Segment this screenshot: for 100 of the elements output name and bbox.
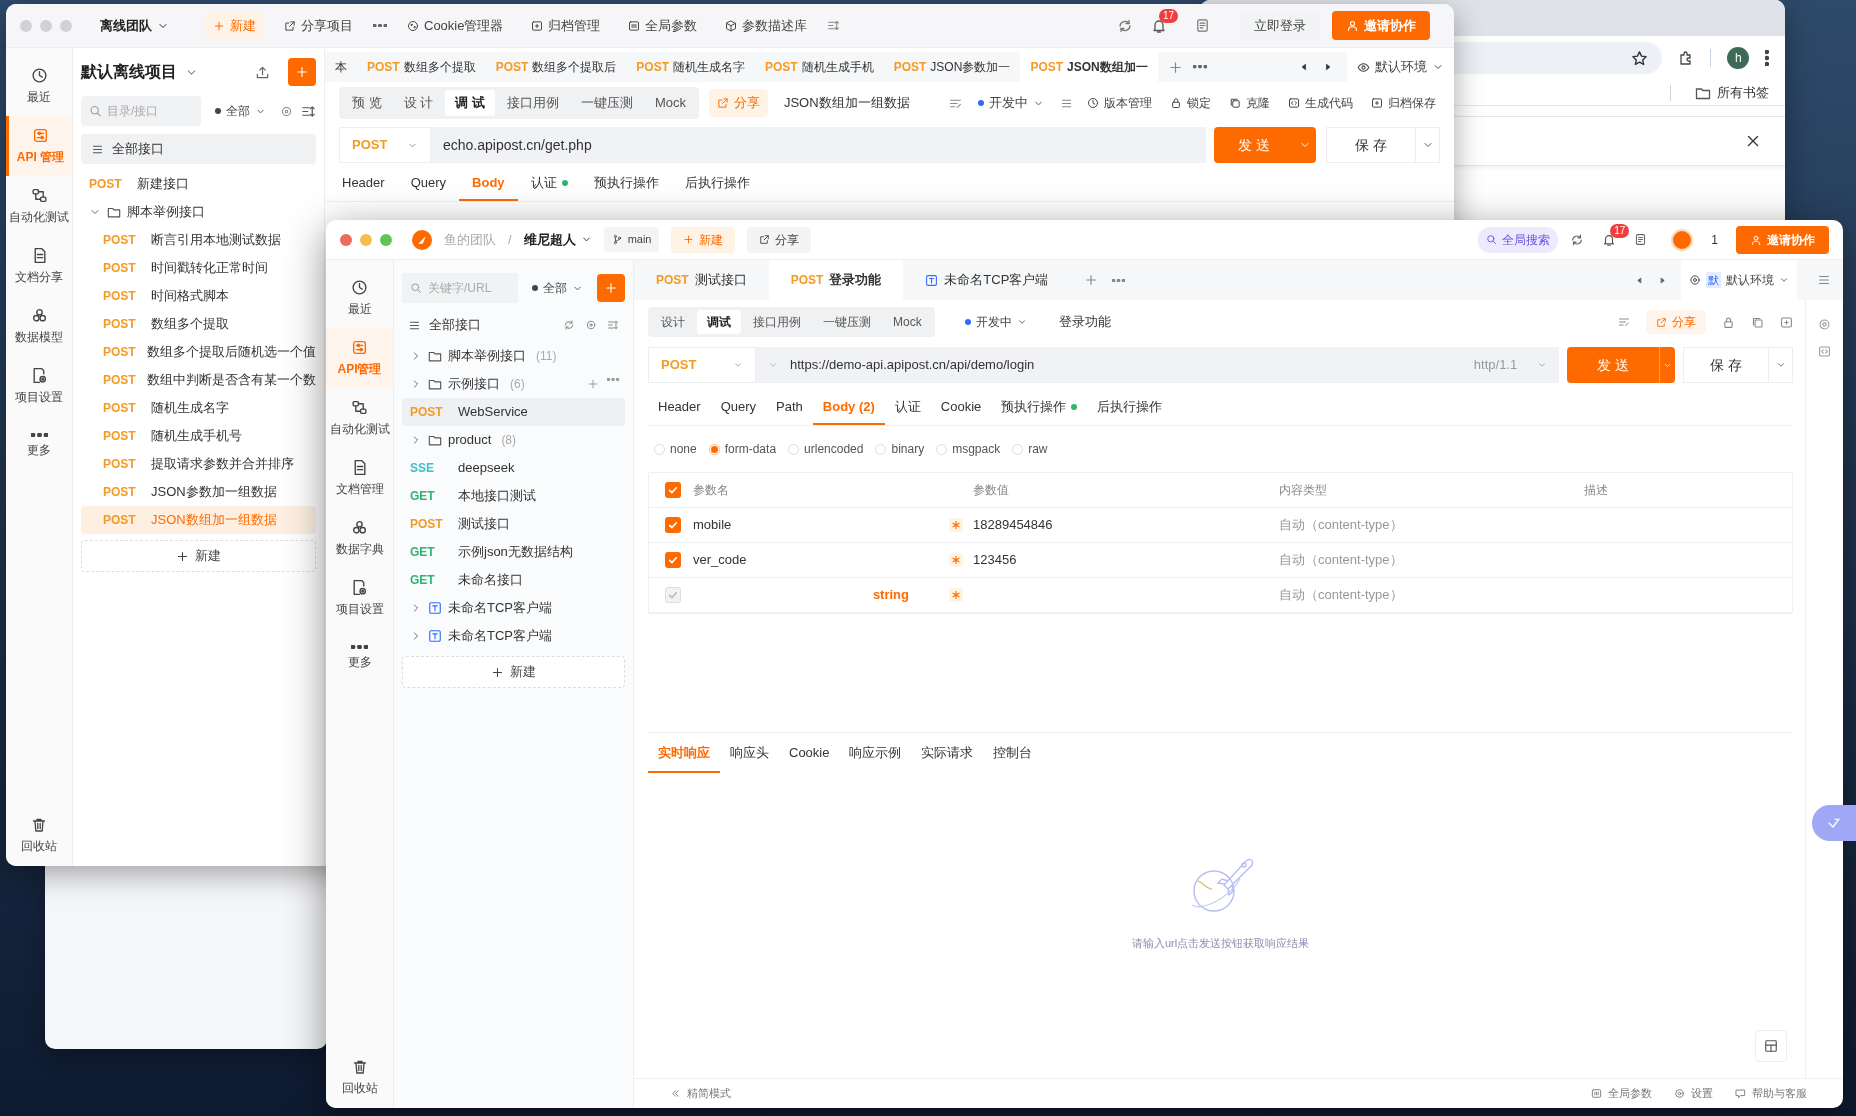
search-field[interactable]: 目录/接口 [81,96,201,126]
request-section-tab[interactable]: 预执行操作 [991,390,1088,425]
nav-item[interactable]: 最近 [6,56,72,116]
param-value[interactable]: 123456 [973,550,1017,570]
request-item[interactable]: POST 数组中判断是否含有某一个数 [81,366,316,394]
required-icon[interactable] [949,553,963,567]
mode-tab[interactable]: Mock [644,90,696,116]
locate-icon[interactable] [280,104,293,118]
request-tab[interactable]: 本 [325,52,357,82]
request-tab[interactable]: POST 登录功能 [768,260,904,300]
layout-button[interactable] [1755,1030,1787,1062]
required-icon[interactable] [949,588,963,602]
request-section-tab[interactable]: 后执行操作 [671,166,763,201]
api-name-field[interactable]: JSON数组加一组数据 [777,89,939,117]
trash-nav-item[interactable]: 回收站 [326,1048,393,1108]
nav-item[interactable]: 更多 [326,628,393,688]
more-icon[interactable] [607,378,619,381]
plus-icon[interactable] [587,378,599,390]
folder-item[interactable]: 脚本举例接口 [81,198,316,226]
mode-tab[interactable]: 设 计 [393,90,444,116]
request-item[interactable]: POST 新建接口 [81,170,316,198]
request-section-tab[interactable]: 认证 [884,390,931,425]
radio-option[interactable]: none [654,440,697,458]
radio-option[interactable]: msgpack [936,440,1001,458]
all-apis-item[interactable]: 全部接口 [81,134,316,164]
close-button[interactable] [340,233,352,246]
radio-option[interactable]: binary [875,440,925,458]
locate-icon[interactable] [585,319,597,331]
sync-icon[interactable] [1117,17,1133,34]
toolbar-action[interactable]: 克隆 [1225,92,1274,114]
zoom-button[interactable] [380,233,392,246]
close-icon[interactable] [1745,133,1761,149]
menu-item[interactable]: 分享项目 [276,11,361,40]
request-item[interactable]: POST 时间戳转化正常时间 [81,254,316,282]
required-icon[interactable] [949,518,963,532]
scroll-left-icon[interactable] [1299,62,1309,72]
folder-item[interactable]: 示例接口 (6) [402,370,625,398]
code-icon[interactable] [1818,345,1831,358]
toolbar-action[interactable]: 版本管理 [1083,92,1156,114]
environment-dropdown[interactable]: 默 默认环境 [1681,260,1797,300]
branch-button[interactable]: main [603,227,660,252]
response-tab[interactable]: 控制台 [983,735,1043,773]
response-tab[interactable]: 响应示例 [839,735,912,773]
save-button[interactable]: 保 存 [1326,127,1416,163]
toolbar-action[interactable]: 生成代码 [1284,92,1357,114]
nav-item[interactable]: 更多 [6,416,72,476]
save-button[interactable]: 保 存 [1683,347,1769,383]
mode-tab[interactable]: 接口用例 [496,90,569,116]
assistant-button[interactable] [1812,805,1856,841]
request-section-tab[interactable]: Cookie [930,390,992,425]
project-title[interactable]: 默认离线项目 [81,60,177,84]
profile-avatar[interactable]: h [1727,47,1750,69]
filter-dropdown[interactable]: 全部 [526,278,589,298]
request-tab[interactable]: POST 随机生成名字 [626,52,755,82]
refresh-icon[interactable] [563,319,575,331]
status-dropdown[interactable]: 开发中 [958,312,1033,332]
minimize-button[interactable] [360,233,372,246]
team-switcher[interactable]: 离线团队 [92,11,177,40]
user-avatar[interactable] [1671,228,1694,251]
footer-link[interactable]: 帮助与客服 [1735,1085,1807,1102]
request-tab[interactable]: POST 随机生成手机 [755,52,884,82]
request-item[interactable]: POST 数组多个提取后随机选一个值 [81,338,316,366]
mode-tab[interactable]: 一键压测 [570,90,643,116]
checkbox[interactable] [665,517,681,533]
status-dropdown[interactable]: 开发中 [972,92,1050,114]
search-field[interactable]: 关键字/URL [402,273,518,303]
toolbar-action[interactable]: 归档保存 [1367,92,1440,114]
new-item-button[interactable]: 新建 [81,540,316,572]
menu-item[interactable]: 参数描述库 [717,11,816,40]
request-section-tab[interactable]: 预执行操作 [580,166,672,201]
format-icon[interactable] [1618,316,1630,328]
request-section-tab[interactable]: 后执行操作 [1087,390,1173,425]
global-search-button[interactable]: 全局搜索 [1478,226,1559,253]
request-tab[interactable]: POST JSON数组加一 [1020,52,1158,82]
request-item[interactable]: POST JSON参数加一组数据 [81,478,316,506]
request-item[interactable]: POST 时间格式脚本 [81,282,316,310]
checkbox[interactable] [665,482,681,498]
radio-option[interactable]: raw [1012,440,1048,458]
response-tab[interactable]: 实际请求 [911,735,984,773]
archive-icon[interactable] [1780,315,1793,329]
lock-icon[interactable] [1722,315,1735,329]
request-tab[interactable]: POST 数组多个提取 [357,52,486,82]
request-item[interactable]: POST 提取请求参数并合并排序 [81,450,316,478]
param-value[interactable]: 18289454846 [973,515,1053,535]
param-name[interactable]: ver_code [693,550,747,570]
more-icon[interactable] [373,23,387,28]
request-item[interactable]: GET 本地接口测试 [402,482,625,510]
bell-icon[interactable] [1602,232,1617,247]
share-button[interactable]: 分享 [747,226,812,253]
nav-item[interactable]: 自动化测试 [326,388,393,448]
request-item[interactable]: POST 断言引用本地测试数据 [81,226,316,254]
all-apis-item[interactable]: 全部接口 [402,310,625,340]
filter-dropdown[interactable]: 全部 [209,101,272,121]
nav-item[interactable]: 文档分享 [6,236,72,296]
dropdown-button[interactable] [1294,127,1317,163]
mode-tab[interactable]: 调试 [697,310,741,334]
nav-item[interactable]: 数据字典 [326,508,393,568]
add-button[interactable] [288,58,316,86]
note-icon[interactable] [1195,18,1210,33]
mode-tab[interactable]: 预 览 [342,90,392,116]
